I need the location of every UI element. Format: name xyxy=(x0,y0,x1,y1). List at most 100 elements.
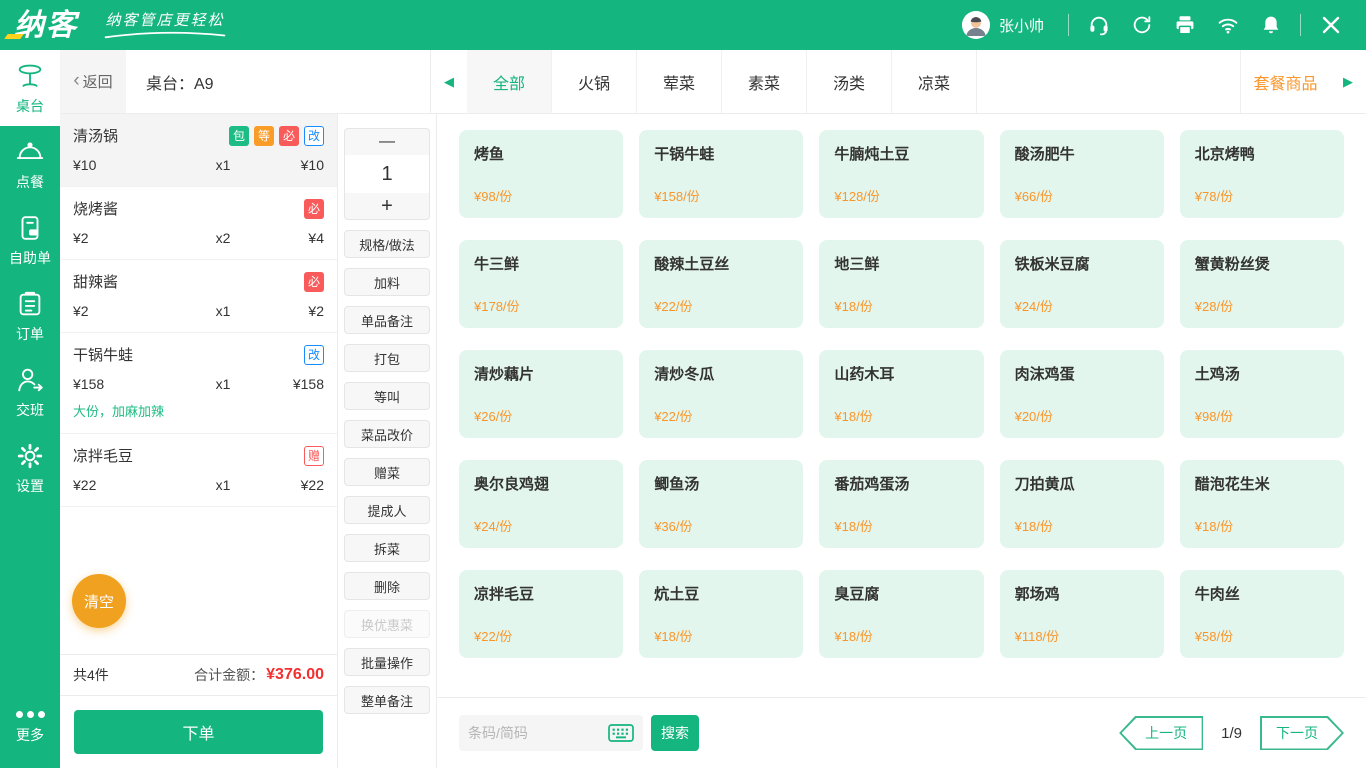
menu-item-card[interactable]: 酸辣土豆丝 ¥22/份 xyxy=(639,240,804,328)
action-button[interactable]: 拆菜 xyxy=(344,534,430,562)
order-panel: 清汤锅 包等必改 ¥10 x1 ¥10 烧烤酱 必 ¥2 x2 ¥4 甜辣酱 必… xyxy=(60,114,338,768)
menu-item-card[interactable]: 醋泡花生米 ¥18/份 xyxy=(1179,460,1344,548)
menu-item-card[interactable]: 番茄鸡蛋汤 ¥18/份 xyxy=(819,460,984,548)
back-button[interactable]: ‹ 返回 xyxy=(60,50,126,113)
category-tab[interactable]: 汤类 xyxy=(807,50,892,113)
category-tab[interactable]: 素菜 xyxy=(722,50,807,113)
action-button-label: 加料 xyxy=(373,275,400,291)
menu-item-card[interactable]: 地三鲜 ¥18/份 xyxy=(819,240,984,328)
submit-order-button[interactable]: 下单 xyxy=(74,710,323,754)
combo-products-tab[interactable]: 套餐商品 xyxy=(1240,50,1330,113)
sidebar-item-tables[interactable]: 桌台 xyxy=(0,50,60,126)
support-headset-icon[interactable] xyxy=(1077,0,1120,50)
menu-item-card[interactable]: 鲫鱼汤 ¥36/份 xyxy=(639,460,804,548)
menu-item-card[interactable]: 刀拍黄瓜 ¥18/份 xyxy=(999,460,1164,548)
menu-item-card[interactable]: 山药木耳 ¥18/份 xyxy=(819,350,984,438)
action-button[interactable]: 赠菜 xyxy=(344,458,430,486)
sidebar-item-settings[interactable]: 设置 xyxy=(0,430,60,506)
menu-item-name: 酸汤肥牛 xyxy=(1014,146,1075,163)
menu-item-card[interactable]: 土鸡汤 ¥98/份 xyxy=(1179,350,1344,438)
menu-item-price: ¥18/份 xyxy=(654,629,693,644)
next-page-button[interactable]: 下一页 xyxy=(1260,716,1344,750)
menu-item-card[interactable]: 牛腩炖土豆 ¥128/份 xyxy=(819,130,984,218)
order-item-qty: x1 xyxy=(215,376,231,392)
pagination: 上一页 1/9 下一页 xyxy=(1119,716,1344,750)
order-item-name: 干锅牛蛙 xyxy=(73,347,134,364)
menu-item-card[interactable]: 肉沫鸡蛋 ¥20/份 xyxy=(999,350,1164,438)
action-button[interactable]: 换优惠菜 xyxy=(344,610,430,638)
menu-item-card[interactable]: 炕土豆 ¥18/份 xyxy=(639,570,804,658)
category-tab[interactable]: 凉菜 xyxy=(892,50,977,113)
menu-item-price: ¥98/份 xyxy=(1194,409,1234,424)
order-item[interactable]: 干锅牛蛙 改 ¥158 x1 ¥158 大份，加麻加辣 xyxy=(60,333,337,434)
categories-next-icon[interactable]: ▶ xyxy=(1330,50,1366,113)
category-tab-label: 荤菜 xyxy=(662,75,695,93)
action-button[interactable]: 菜品改价 xyxy=(344,420,430,448)
menu-item-card[interactable]: 清炒藕片 ¥26/份 xyxy=(459,350,624,438)
order-item-total: ¥22 xyxy=(300,477,324,493)
category-tab[interactable]: 火锅 xyxy=(552,50,637,113)
bell-icon[interactable] xyxy=(1249,0,1292,50)
slogan-underline xyxy=(104,31,226,39)
clear-order-button[interactable]: 清空 xyxy=(72,574,126,628)
barcode-search-field xyxy=(459,715,643,751)
sync-icon[interactable] xyxy=(1120,0,1163,50)
action-button[interactable]: 加料 xyxy=(344,268,430,296)
menu-item-card[interactable]: 北京烤鸭 ¥78/份 xyxy=(1179,130,1344,218)
search-button[interactable]: 搜索 xyxy=(651,715,699,751)
menu-item-card[interactable]: 奥尔良鸡翅 ¥24/份 xyxy=(459,460,624,548)
menu-item-card[interactable]: 臭豆腐 ¥18/份 xyxy=(819,570,984,658)
menu-item-card[interactable]: 酸汤肥牛 ¥66/份 xyxy=(999,130,1164,218)
menu-item-card[interactable]: 牛肉丝 ¥58/份 xyxy=(1179,570,1344,658)
menu-item-card[interactable]: 蟹黄粉丝煲 ¥28/份 xyxy=(1179,240,1344,328)
close-icon[interactable] xyxy=(1309,0,1352,50)
sidebar-item-ordering[interactable]: 点餐 xyxy=(0,126,60,202)
menu-item-card[interactable]: 牛三鲜 ¥178/份 xyxy=(459,240,624,328)
action-button[interactable]: 删除 xyxy=(344,572,430,600)
action-button[interactable]: 单品备注 xyxy=(344,306,430,334)
action-button[interactable]: 打包 xyxy=(344,344,430,372)
menu-item-card[interactable]: 郭场鸡 ¥118/份 xyxy=(999,570,1164,658)
sidebar-item-self-order[interactable]: 自助单 xyxy=(0,202,60,278)
menu-item-name: 山药木耳 xyxy=(834,366,895,383)
category-tab[interactable]: 全部 xyxy=(467,50,552,113)
menu-item-name: 刀拍黄瓜 xyxy=(1014,476,1075,493)
prev-page-button[interactable]: 上一页 xyxy=(1119,716,1204,750)
categories-prev-icon[interactable]: ◀ xyxy=(431,50,467,113)
action-button[interactable]: 批量操作 xyxy=(344,648,430,676)
quantity-plus-button[interactable]: + xyxy=(344,193,430,220)
menu-item-name: 鲫鱼汤 xyxy=(654,476,700,493)
category-strip: ◀ 全部 火锅 荤菜 素菜 汤类 凉菜 套餐商品 ▶ xyxy=(430,50,1366,113)
sidebar-item-label: 点餐 xyxy=(16,173,44,190)
barcode-search-input[interactable] xyxy=(468,725,608,741)
order-item[interactable]: 甜辣酱 必 ¥2 x1 ¥2 xyxy=(60,260,337,333)
menu-item-card[interactable]: 干锅牛蛙 ¥158/份 xyxy=(639,130,804,218)
sidebar-item-orders[interactable]: 订单 xyxy=(0,278,60,354)
order-item-qty: x1 xyxy=(215,303,231,319)
user-avatar[interactable] xyxy=(961,11,990,39)
order-item-name: 清汤锅 xyxy=(73,128,119,145)
settings-icon xyxy=(17,443,43,468)
sidebar-item-shift[interactable]: 交班 xyxy=(0,354,60,430)
quantity-minus-button[interactable]: — xyxy=(344,128,430,155)
menu-item-card[interactable]: 烤鱼 ¥98/份 xyxy=(459,130,624,218)
wifi-icon[interactable] xyxy=(1206,0,1249,50)
action-button[interactable]: 整单备注 xyxy=(344,686,430,714)
menu-item-card[interactable]: 清炒冬瓜 ¥22/份 xyxy=(639,350,804,438)
action-button[interactable]: 提成人 xyxy=(344,496,430,524)
action-button[interactable]: 规格/做法 xyxy=(344,230,430,258)
order-item[interactable]: 清汤锅 包等必改 ¥10 x1 ¥10 xyxy=(60,114,337,187)
sidebar-more[interactable]: 更多 xyxy=(0,698,60,756)
action-button-label: 菜品改价 xyxy=(360,427,413,443)
order-item-price: ¥2 xyxy=(73,303,89,319)
printer-icon[interactable] xyxy=(1163,0,1206,50)
keyboard-icon[interactable] xyxy=(608,724,634,742)
action-button-label: 删除 xyxy=(373,579,400,595)
order-item[interactable]: 烧烤酱 必 ¥2 x2 ¥4 xyxy=(60,187,337,260)
order-item[interactable]: 凉拌毛豆 赠 ¥22 x1 ¥22 xyxy=(60,434,337,507)
action-button[interactable]: 等叫 xyxy=(344,382,430,410)
menu-item-card[interactable]: 铁板米豆腐 ¥24/份 xyxy=(999,240,1164,328)
category-tab[interactable]: 荤菜 xyxy=(637,50,722,113)
menu-item-card[interactable]: 凉拌毛豆 ¥22/份 xyxy=(459,570,624,658)
menu-item-name: 肉沫鸡蛋 xyxy=(1014,366,1075,383)
